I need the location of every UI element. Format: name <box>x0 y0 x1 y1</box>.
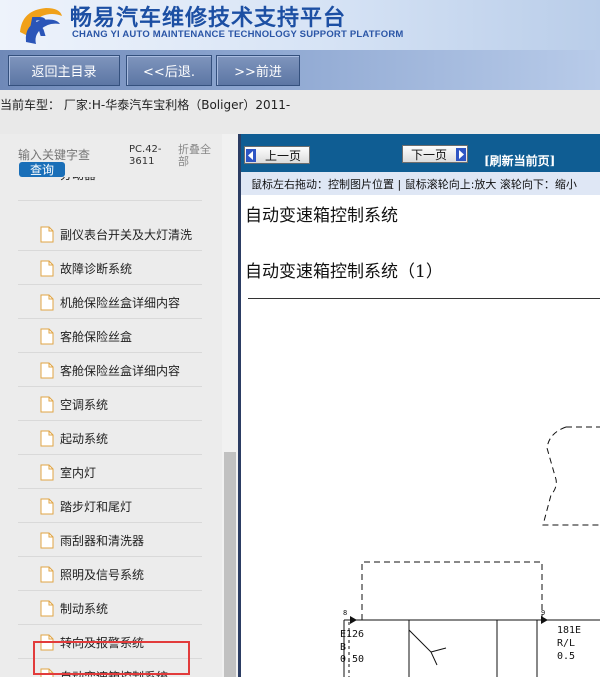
sidebar-scrollbar-thumb[interactable] <box>224 452 236 677</box>
tree-item[interactable]: 室内灯 <box>18 455 202 489</box>
document-icon <box>40 600 54 617</box>
logo-icon: R <box>20 8 62 44</box>
arrow-right-icon <box>456 148 466 161</box>
document-icon <box>40 260 54 277</box>
tree-item-label: 室内灯 <box>60 466 97 480</box>
tree-item[interactable]: 故障诊断系统 <box>18 251 202 285</box>
current-vehicle-label: 当前车型： 厂家:H-华泰汽车宝利格（Boliger）2011- <box>0 98 291 112</box>
right-wire-color: R/L <box>557 638 575 649</box>
tree-item[interactable]: 制动系统 <box>18 591 202 625</box>
document-icon <box>40 532 54 549</box>
wiring-diagram[interactable]: 8 9 E126 B 0.50 181E R/L 0.5 <box>241 300 600 677</box>
document-icon <box>40 328 54 345</box>
tree-item-label: 雨刮器和清洗器 <box>60 534 145 548</box>
tree-item-label: 分动器 <box>60 177 96 183</box>
prev-page-button[interactable]: 上一页 <box>244 146 310 164</box>
tree-item-label: 起动系统 <box>60 432 109 446</box>
document-icon <box>40 362 54 379</box>
svg-text:R: R <box>28 13 48 43</box>
tree-item[interactable]: 雨刮器和清洗器 <box>18 523 202 557</box>
tree-item[interactable]: 客舱保险丝盒详细内容 <box>18 353 202 387</box>
tree-item-label: 照明及信号系统 <box>60 568 145 582</box>
tree-item[interactable]: 客舱保险丝盒 <box>18 319 202 353</box>
document-icon <box>40 226 54 243</box>
document-icon <box>40 396 54 413</box>
left-wire-color: B <box>340 642 346 653</box>
tree-item-label: 故障诊断系统 <box>60 262 133 276</box>
right-wire-code: 181E <box>557 625 581 636</box>
right-connector-number: 9 <box>541 609 545 617</box>
arrow-left-icon <box>246 149 256 162</box>
document-subtitle: 自动变速箱控制系统（1） <box>245 262 443 282</box>
left-wire-size: 0.50 <box>340 654 364 665</box>
left-wire-code: E126 <box>340 629 364 640</box>
platform-subtitle: CHANG YI AUTO MAINTENANCE TECHNOLOGY SUP… <box>72 29 404 40</box>
document-icon <box>40 294 54 311</box>
model-code: PC.42-3611 <box>129 144 162 167</box>
prev-page-label: 上一页 <box>264 148 301 163</box>
tree-item[interactable]: 踏步灯和尾灯 <box>18 489 202 523</box>
platform-title: 畅易汽车维修技术支持平台 <box>70 6 347 31</box>
tree-item[interactable]: 空调系统 <box>18 387 202 421</box>
refresh-page-link[interactable]: [刷新当前页] <box>484 152 555 169</box>
left-connector-number: 8 <box>343 609 347 617</box>
document-icon <box>40 566 54 583</box>
home-button[interactable]: 返回主目录 <box>8 55 120 86</box>
forward-button[interactable]: >>前进 <box>216 55 300 86</box>
next-page-label: 下一页 <box>410 147 447 162</box>
document-tree: 分动器副仪表台开关及大灯清洗故障诊断系统机舱保险丝盒详细内容客舱保险丝盒客舱保险… <box>18 177 204 677</box>
selected-item-highlight <box>33 641 190 675</box>
document-icon <box>40 430 54 447</box>
document-icon <box>40 498 54 515</box>
tree-item-label: 客舱保险丝盒详细内容 <box>60 364 181 378</box>
collapse-all-link[interactable]: 折叠全部 <box>178 144 218 168</box>
sidebar: 查询 PC.42-3611 折叠全部 分动器副仪表台开关及大灯清洗故障诊断系统机… <box>0 134 238 677</box>
document-icon <box>40 464 54 481</box>
nav-bar: 返回主目录 <<后退. >>前进 <box>0 50 600 90</box>
tree-item-label: 制动系统 <box>60 602 109 616</box>
tree-item-label: 机舱保险丝盒详细内容 <box>60 296 181 310</box>
tree-item-label: 空调系统 <box>60 398 109 412</box>
back-button[interactable]: <<后退. <box>126 55 212 86</box>
next-page-button[interactable]: 下一页 <box>402 145 468 163</box>
tree-item-label: 客舱保险丝盒 <box>60 330 133 344</box>
document-title: 自动变速箱控制系统 <box>245 206 398 226</box>
tree-item[interactable]: 照明及信号系统 <box>18 557 202 591</box>
tree-item[interactable]: 机舱保险丝盒详细内容 <box>18 285 202 319</box>
tree-item-label: 副仪表台开关及大灯清洗 <box>60 228 193 242</box>
zoom-hint: 鼠标左右拖动：控制图片位置 | 鼠标滚轮向上:放大 滚轮向下：缩小 <box>241 172 600 195</box>
header-banner: R 畅易汽车维修技术支持平台 CHANG YI AUTO MAINTENANCE… <box>0 0 600 50</box>
tree-item[interactable]: 副仪表台开关及大灯清洗 <box>18 217 202 251</box>
tree-item-label: 踏步灯和尾灯 <box>60 500 133 514</box>
right-wire-size: 0.5 <box>557 651 575 662</box>
tree-item[interactable]: 分动器 <box>18 177 202 201</box>
title-divider <box>248 298 600 299</box>
search-button[interactable]: 查询 <box>19 162 65 177</box>
tree-item[interactable]: 起动系统 <box>18 421 202 455</box>
